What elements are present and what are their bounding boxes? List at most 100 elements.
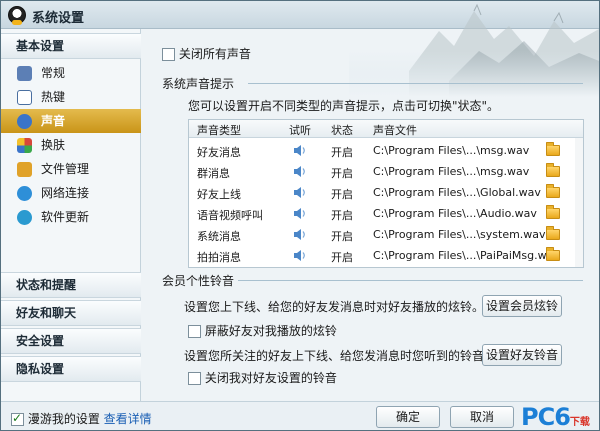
roam-settings-label: 漫游我的设置 — [27, 412, 100, 426]
block-ringtone-row[interactable]: 屏蔽好友对我播放的炫铃 — [188, 322, 337, 339]
speaker-icon[interactable] — [293, 186, 307, 199]
cell-sound-type: 拍拍消息 — [197, 251, 241, 264]
speaker-icon[interactable] — [293, 228, 307, 241]
header-preview: 试听 — [289, 124, 311, 137]
set-member-ringtone-button[interactable]: 设置会员炫铃 — [482, 295, 562, 317]
title-bar[interactable]: 系统设置 — [1, 1, 599, 29]
cell-sound-file: C:\Program Files\...\msg.wav — [373, 144, 530, 157]
block-ringtone-checkbox[interactable] — [188, 325, 201, 338]
cancel-button[interactable]: 取消 — [450, 406, 514, 428]
sidebar-item-label: 软件更新 — [41, 210, 90, 224]
settings-window: 系统设置 基本设置 常规 热键 声音 换肤 文件管理 网络连接 软件更新 状态和… — [0, 0, 600, 431]
section-divider — [248, 83, 583, 84]
update-icon — [17, 210, 32, 225]
sidebar-item-file-manage[interactable]: 文件管理 — [1, 157, 141, 181]
section-divider — [238, 280, 583, 281]
folder-icon[interactable] — [546, 163, 560, 177]
folder-icon[interactable] — [546, 205, 560, 219]
roam-settings-checkbox[interactable] — [11, 411, 24, 426]
sidebar-item-network[interactable]: 网络连接 — [1, 181, 141, 205]
skin-icon — [17, 138, 32, 153]
cell-status[interactable]: 开启 — [331, 207, 353, 223]
sidebar-group-friends-chat[interactable]: 好友和聊天 — [1, 300, 141, 326]
speaker-icon[interactable] — [293, 207, 307, 220]
sidebar-item-label: 网络连接 — [41, 186, 90, 200]
cell-status[interactable]: 开启 — [331, 144, 353, 160]
speaker-icon[interactable] — [293, 249, 307, 262]
cell-sound-file: C:\Program Files\...\PaiPaiMsg.wav — [373, 249, 560, 262]
sidebar-item-update[interactable]: 软件更新 — [1, 205, 141, 229]
sidebar-item-hotkey[interactable]: 热键 — [1, 85, 141, 109]
sidebar-group-basic[interactable]: 基本设置 — [1, 33, 141, 59]
sound-description: 您可以设置开启不同类型的声音提示，点击可切换"状态"。 — [188, 99, 500, 113]
sidebar-item-label: 换肤 — [41, 138, 66, 152]
sidebar-item-sound[interactable]: 声音 — [1, 109, 141, 133]
cell-status[interactable]: 开启 — [331, 186, 353, 202]
sidebar-item-label: 常规 — [41, 66, 66, 80]
cell-sound-type: 好友上线 — [197, 188, 241, 201]
set-friend-ringtone-button[interactable]: 设置好友铃音 — [482, 344, 562, 366]
ringtone-section-title: 会员个性铃音 — [162, 274, 235, 288]
system-sound-section-title: 系统声音提示 — [162, 77, 235, 91]
sidebar-group-security[interactable]: 安全设置 — [1, 328, 141, 354]
sidebar-group-privacy[interactable]: 隐私设置 — [1, 356, 141, 382]
sidebar-item-general[interactable]: 常规 — [1, 61, 141, 85]
table-row[interactable]: 系统消息 开启 C:\Program Files\...\system.wav — [189, 224, 583, 245]
sidebar-group-status[interactable]: 状态和提醒 — [1, 272, 141, 298]
block-ringtone-label: 屏蔽好友对我播放的炫铃 — [204, 324, 337, 338]
folder-icon[interactable] — [546, 226, 560, 240]
mute-all-row[interactable]: 关闭所有声音 — [162, 45, 251, 62]
cell-sound-file: C:\Program Files\...\msg.wav — [373, 165, 530, 178]
table-row[interactable]: 群消息 开启 C:\Program Files\...\msg.wav — [189, 161, 583, 182]
mute-all-checkbox[interactable] — [162, 48, 175, 61]
folder-icon[interactable] — [546, 142, 560, 156]
close-ringtone-row[interactable]: 关闭我对好友设置的铃音 — [188, 369, 337, 386]
header-sound-type: 声音类型 — [197, 124, 241, 137]
table-row[interactable]: 好友消息 开启 C:\Program Files\...\msg.wav — [189, 140, 583, 161]
cell-status[interactable]: 开启 — [331, 165, 353, 181]
window-title: 系统设置 — [32, 11, 85, 26]
ok-button[interactable]: 确定 — [376, 406, 440, 428]
cell-sound-type: 好友消息 — [197, 146, 241, 159]
file-manage-icon — [17, 162, 32, 177]
cell-status[interactable]: 开启 — [331, 249, 353, 265]
sidebar-item-skin[interactable]: 换肤 — [1, 133, 141, 157]
header-status: 状态 — [331, 124, 353, 137]
cell-sound-file: C:\Program Files\...\system.wav — [373, 228, 546, 241]
speaker-icon[interactable] — [293, 144, 307, 157]
table-scrollbar[interactable] — [575, 138, 583, 267]
header-sound-file: 声音文件 — [373, 124, 417, 137]
folder-icon[interactable] — [546, 247, 560, 261]
close-ringtone-label: 关闭我对好友设置的铃音 — [204, 371, 337, 385]
sidebar: 基本设置 常规 热键 声音 换肤 文件管理 网络连接 软件更新 状态和提醒 好友… — [1, 29, 141, 401]
member-ringtone-desc: 设置您上下线、给您的好友发消息时对好友播放的炫铃。 — [184, 300, 485, 314]
cell-sound-type: 语音视频呼叫 — [197, 209, 263, 222]
cell-sound-type: 群消息 — [197, 167, 230, 180]
sidebar-item-label: 文件管理 — [41, 162, 90, 176]
roam-settings-row[interactable]: 漫游我的设置 查看详情 — [11, 410, 152, 427]
watermark-text: PC6 — [521, 403, 571, 431]
speaker-icon[interactable] — [293, 165, 307, 178]
view-details-link[interactable]: 查看详情 — [104, 412, 152, 426]
mute-all-label: 关闭所有声音 — [178, 47, 251, 61]
hotkey-icon — [17, 90, 32, 105]
folder-icon[interactable] — [546, 184, 560, 198]
cell-sound-type: 系统消息 — [197, 230, 241, 243]
footer-bar: 漫游我的设置 查看详情 确定 取消 — [1, 401, 599, 430]
general-icon — [17, 66, 32, 81]
sound-settings-panel: 关闭所有声音 系统声音提示 您可以设置开启不同类型的声音提示，点击可切换"状态"… — [142, 29, 599, 401]
table-row[interactable]: 语音视频呼叫 开启 C:\Program Files\...\Audio.wav — [189, 203, 583, 224]
table-row[interactable]: 好友上线 开启 C:\Program Files\...\Global.wav — [189, 182, 583, 203]
sound-icon — [17, 114, 32, 129]
close-ringtone-checkbox[interactable] — [188, 372, 201, 385]
sound-table: 声音类型 试听 状态 声音文件 好友消息 开启 C:\Program Files\.… — [188, 119, 584, 268]
friend-ringtone-desc: 设置您所关注的好友上下线、给您发消息时您听到的铃音。 — [184, 349, 497, 363]
sidebar-item-label: 热键 — [41, 90, 66, 104]
table-header: 声音类型 试听 状态 声音文件 — [189, 120, 583, 138]
cell-status[interactable]: 开启 — [331, 228, 353, 244]
network-icon — [17, 186, 32, 201]
sidebar-item-label: 声音 — [41, 114, 66, 128]
cell-sound-file: C:\Program Files\...\Audio.wav — [373, 207, 537, 220]
pc6-watermark-logo: PC6下载 — [521, 403, 590, 431]
table-row[interactable]: 拍拍消息 开启 C:\Program Files\...\PaiPaiMsg.wav — [189, 245, 583, 266]
